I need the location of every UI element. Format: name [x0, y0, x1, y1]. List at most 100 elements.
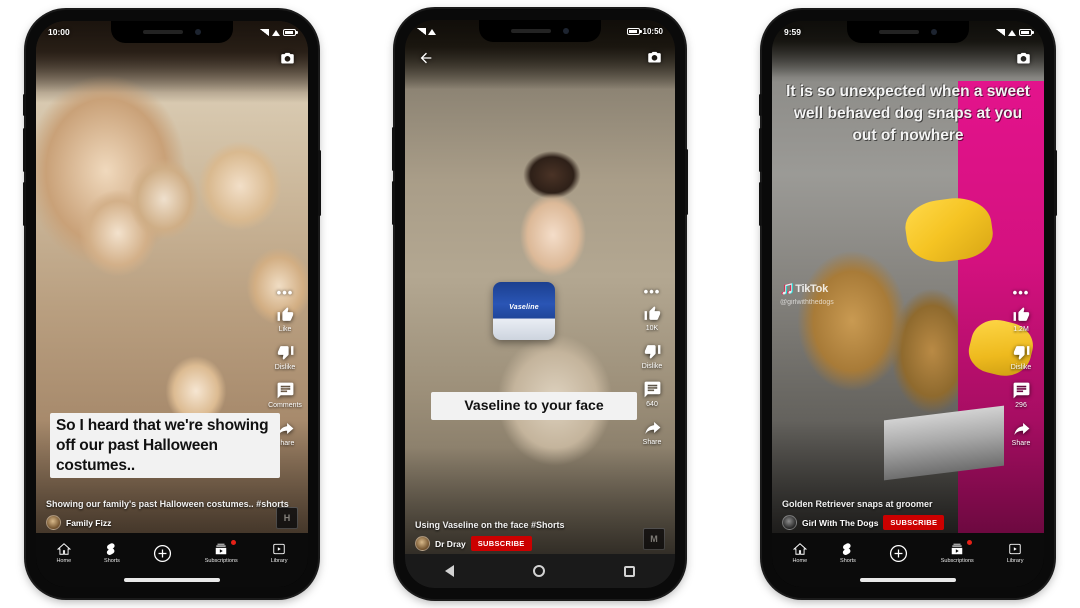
nav-item-create[interactable]	[889, 544, 908, 563]
thumbs-down-icon	[277, 346, 293, 360]
volume-up-button[interactable]	[392, 127, 395, 171]
wifi-icon	[272, 29, 280, 36]
share-arrow-icon	[1013, 422, 1029, 435]
circle-home-icon[interactable]	[532, 565, 545, 577]
channel-row[interactable]: Dr Dray SUBSCRIBE	[415, 536, 665, 551]
like-button[interactable]: Like	[276, 305, 295, 333]
nav-label: Shorts	[840, 558, 856, 564]
cast-camera-icon[interactable]	[279, 51, 296, 66]
comments-button[interactable]: 640	[643, 380, 662, 408]
dislike-label: Dislike	[274, 364, 296, 371]
nav-label: Subscriptions	[204, 558, 238, 564]
nav-item-create[interactable]	[153, 544, 172, 563]
tiktok-label: TikTok	[795, 282, 828, 295]
nav-item-subscriptions[interactable]: Subscriptions	[204, 540, 238, 564]
volume-down-button[interactable]	[23, 182, 26, 226]
action-rail-right: ••• 1.2M Dislike 296 Share	[1002, 286, 1040, 453]
home-indicator[interactable]	[860, 578, 956, 582]
share-button[interactable]: Share	[643, 418, 662, 446]
share-button[interactable]: Share	[1012, 419, 1031, 447]
like-count: Like	[278, 326, 292, 333]
silent-switch[interactable]	[759, 94, 762, 116]
channel-row[interactable]: Family Fizz	[46, 515, 298, 530]
like-button[interactable]: 1.2M	[1012, 305, 1031, 333]
bottom-nav-right: Home Shorts Subscriptions Library	[772, 533, 1044, 573]
triangle-back-icon[interactable]	[444, 565, 454, 577]
channel-name[interactable]: Girl With The Dogs	[802, 518, 878, 528]
video-surface-left[interactable]: ••• Like Dislike Comments Share So I hea…	[36, 21, 308, 533]
channel-name[interactable]: Dr Dray	[435, 539, 466, 549]
signal-icon	[417, 27, 426, 35]
home-indicator[interactable]	[124, 578, 220, 582]
like-button[interactable]: 10K	[643, 304, 662, 332]
more-options-icon[interactable]: •••	[644, 285, 661, 298]
status-bar-right: 9:59	[772, 21, 1044, 43]
more-options-icon[interactable]: •••	[277, 286, 294, 299]
comment-icon	[277, 382, 293, 399]
comment-count: 640	[646, 401, 658, 408]
nav-item-shorts[interactable]: Shorts	[840, 542, 856, 564]
video-surface-center[interactable]: Vaseline ••• 10K Dislike 640 Share Vasel…	[405, 20, 675, 554]
silent-switch[interactable]	[23, 94, 26, 116]
comment-icon	[1013, 382, 1029, 399]
comment-count: 296	[1015, 402, 1027, 409]
avatar[interactable]	[46, 515, 61, 530]
home-indicator-wrap	[772, 573, 1044, 587]
thumbs-down-icon	[644, 345, 660, 359]
comments-button[interactable]: 296	[1012, 381, 1031, 409]
avatar[interactable]	[415, 536, 430, 551]
cast-camera-icon[interactable]	[646, 50, 663, 65]
power-button[interactable]	[685, 149, 688, 215]
nav-item-library[interactable]: Library	[271, 542, 288, 564]
home-icon	[56, 543, 71, 555]
battery-icon	[626, 27, 642, 35]
nav-item-subscriptions[interactable]: Subscriptions	[941, 540, 974, 564]
back-arrow-icon[interactable]	[417, 50, 435, 66]
like-count: 1.2M	[1013, 326, 1029, 333]
video-meta-right: Golden Retriever snaps at groomer Girl W…	[772, 499, 1044, 533]
video-meta-left: Showing our family's past Halloween cost…	[36, 499, 308, 533]
shorts-icon	[106, 543, 115, 555]
share-arrow-icon	[644, 421, 660, 434]
comments-button[interactable]: Comments	[268, 381, 302, 409]
avatar[interactable]	[782, 515, 797, 530]
dislike-button[interactable]: Dislike	[274, 343, 296, 371]
dislike-button[interactable]: Dislike	[1011, 343, 1031, 371]
share-label: Share	[1011, 440, 1031, 447]
home-icon	[792, 543, 807, 555]
thumbs-up-icon	[1013, 307, 1029, 321]
nav-item-shorts[interactable]: Shorts	[104, 542, 120, 564]
vaseline-jar: Vaseline	[493, 282, 555, 340]
more-options-icon[interactable]: •••	[1013, 286, 1030, 299]
channel-name[interactable]: Family Fizz	[66, 518, 111, 528]
nav-item-home[interactable]: Home	[792, 542, 807, 564]
volume-up-button[interactable]	[759, 128, 762, 172]
nav-label: Library	[270, 558, 288, 564]
tiktok-note-icon: ♫	[780, 278, 795, 299]
comment-icon	[644, 381, 660, 398]
subscribe-button[interactable]: SUBSCRIBE	[883, 515, 945, 530]
comment-count: Comments	[268, 402, 302, 409]
square-recents-icon[interactable]	[624, 565, 636, 577]
dislike-label: Dislike	[641, 363, 663, 370]
dislike-button[interactable]: Dislike	[641, 342, 663, 370]
action-rail-center: ••• 10K Dislike 640 Share	[633, 285, 671, 452]
phone-right: 9:59 It is so unexpected when a sweet we…	[759, 10, 1057, 598]
volume-up-button[interactable]	[23, 128, 26, 172]
volume-down-button[interactable]	[392, 181, 395, 225]
subscribe-button[interactable]: SUBSCRIBE	[470, 536, 532, 551]
cast-camera-icon[interactable]	[1015, 51, 1032, 66]
nav-item-library[interactable]: Library	[1007, 542, 1024, 564]
channel-row[interactable]: Girl With The Dogs SUBSCRIBE	[782, 515, 1034, 530]
status-bar-center: 10:50	[405, 20, 675, 42]
nav-label: Shorts	[104, 558, 120, 564]
tiktok-watermark: ♫ TikTok @girlwiththedogs	[780, 279, 834, 306]
volume-down-button[interactable]	[759, 182, 762, 226]
video-meta-center: Using Vaseline on the face #Shorts Dr Dr…	[405, 520, 675, 554]
power-button[interactable]	[1054, 150, 1057, 216]
video-surface-right[interactable]: It is so unexpected when a sweet well be…	[772, 21, 1044, 533]
nav-item-home[interactable]: Home	[56, 542, 71, 564]
power-button[interactable]	[318, 150, 321, 216]
shorts-icon	[842, 543, 851, 555]
thumbs-down-icon	[1013, 346, 1029, 360]
